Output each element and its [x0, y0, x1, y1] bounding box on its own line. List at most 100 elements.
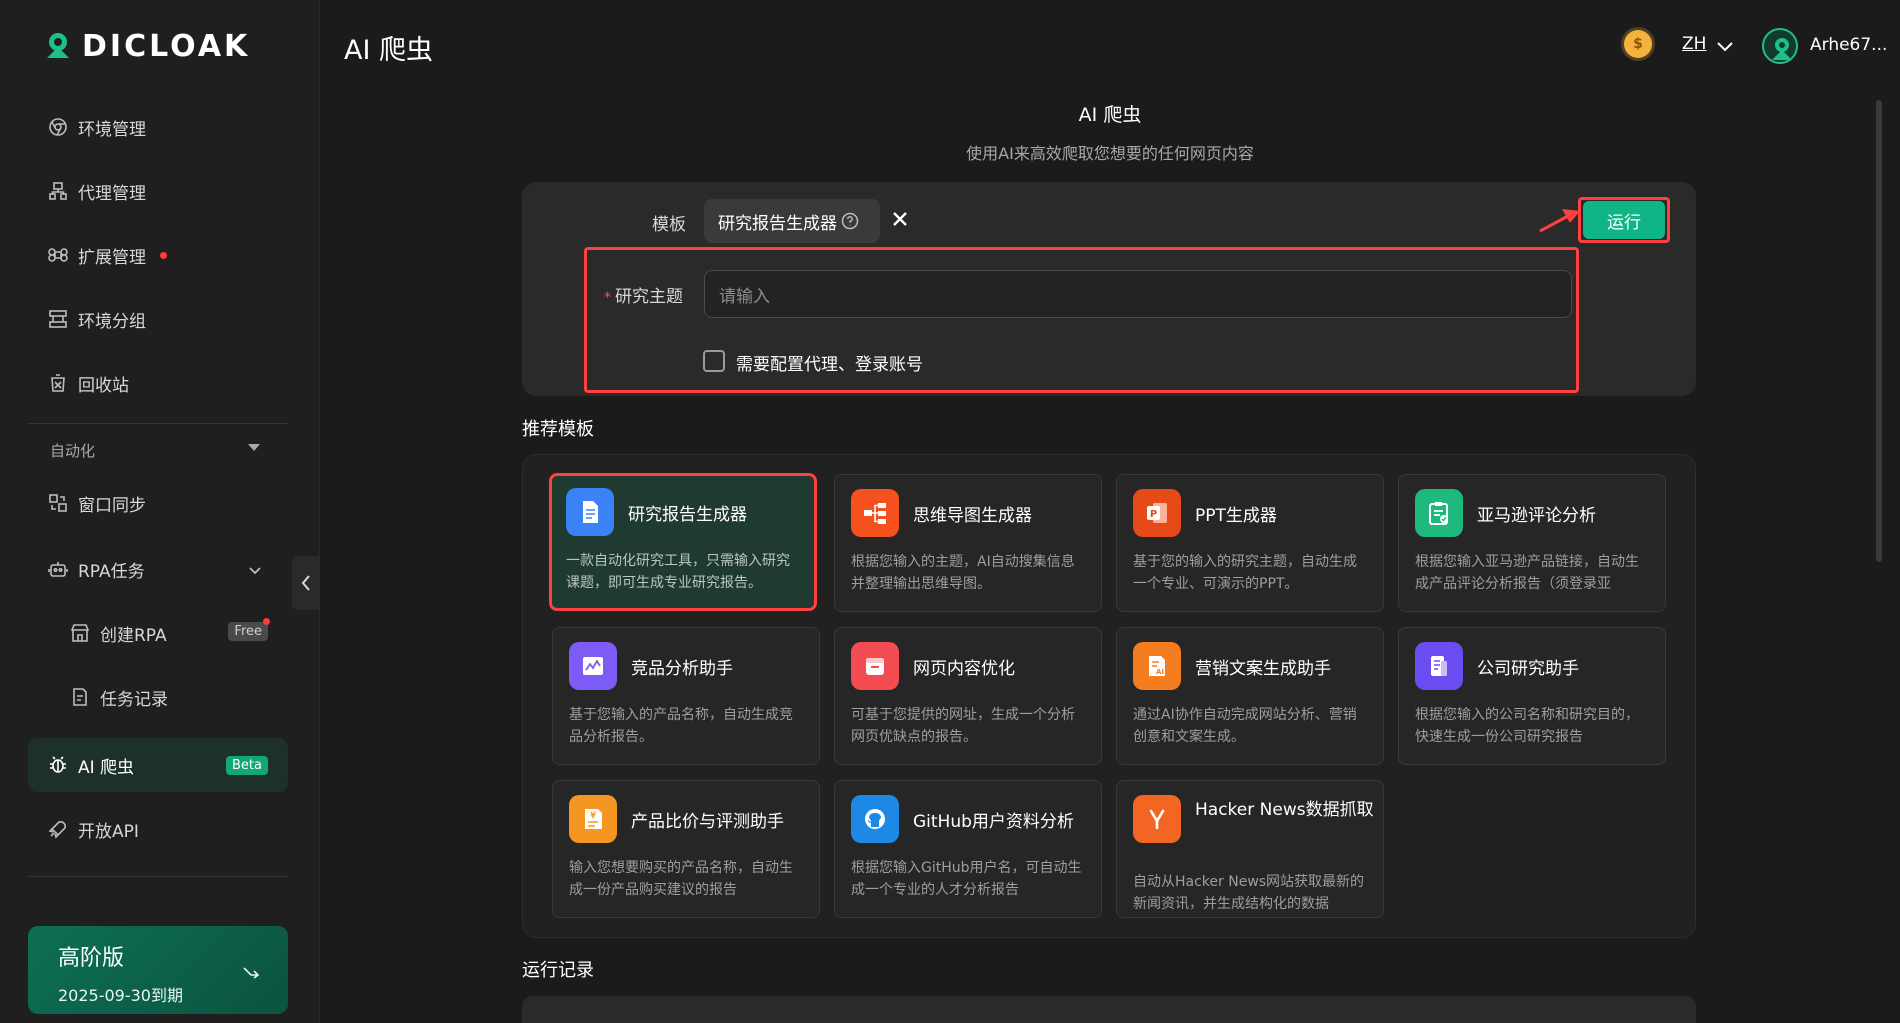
brand-logo[interactable]: DICLOAK — [42, 29, 250, 64]
card-title: 产品比价与评测助手 — [631, 812, 784, 832]
card-title: PPT生成器 — [1195, 506, 1277, 526]
proxy-checkbox[interactable] — [703, 350, 725, 372]
free-badge: Free — [228, 622, 268, 641]
automation-section-title: 自动化 — [50, 442, 96, 460]
ppt-icon: P — [1133, 489, 1181, 537]
card-title: 亚马逊评论分析 — [1477, 506, 1596, 526]
sync-icon — [48, 493, 68, 513]
coin-icon[interactable]: $ — [1624, 30, 1652, 58]
sidebar-item-extensions[interactable]: 扩展管理 — [28, 228, 288, 282]
store-icon — [70, 623, 90, 643]
run-button[interactable]: 运行 — [1583, 201, 1665, 239]
card-title: 竞品分析助手 — [631, 659, 733, 679]
template-card-mindmap[interactable]: 思维导图生成器 根据您输入的主题，AI自动搜集信息并整理输出思维导图。 — [834, 474, 1102, 612]
template-card-company[interactable]: 公司研究助手 根据您输入的公司名称和研究目的，快速生成一份公司研究报告 — [1398, 627, 1666, 765]
sidebar-item-label: 回收站 — [78, 375, 129, 396]
card-title: 网页内容优化 — [913, 659, 1015, 679]
sidebar-item-label: 任务记录 — [100, 689, 168, 710]
run-log-table — [522, 996, 1696, 1023]
username[interactable]: Arhe67... — [1810, 35, 1887, 55]
sidebar-item-env[interactable]: 环境管理 — [28, 100, 288, 154]
sidebar-item-trash[interactable]: 回收站 — [28, 356, 288, 410]
plan-card[interactable]: 高阶版 2025-09-30到期 — [28, 926, 288, 1014]
topic-placeholder: 请输入 — [719, 286, 770, 307]
template-card-competitor[interactable]: 竞品分析助手 基于您输入的产品名称，自动生成竞品分析报告。 — [552, 627, 820, 765]
sidebar-item-ai-crawler[interactable]: AI 爬虫 Beta — [28, 738, 288, 792]
topic-label: * 研究主题 — [604, 287, 683, 307]
sidebar-item-label: 创建RPA — [100, 625, 167, 646]
template-card-amazon[interactable]: 亚马逊评论分析 根据您输入亚马逊产品链接，自动生成产品评论分析报告（须登录亚 — [1398, 474, 1666, 612]
collapse-sidebar-button[interactable] — [292, 556, 320, 610]
card-title: 营销文案生成助手 — [1195, 659, 1331, 679]
card-desc: 根据您输入亚马逊产品链接，自动生成产品评论分析报告（须登录亚 — [1415, 554, 1639, 592]
sidebar-item-proxy[interactable]: 代理管理 — [28, 164, 288, 218]
page-title: AI 爬虫 — [344, 35, 434, 66]
group-icon — [48, 309, 68, 329]
template-chip[interactable]: 研究报告生成器 — [704, 199, 880, 243]
card-title: 研究报告生成器 — [628, 505, 747, 525]
sidebar-item-label: 开放API — [78, 821, 139, 842]
card-desc: 输入您想要购买的产品名称，自动生成一份产品购买建议的报告 — [569, 860, 793, 898]
sidebar-divider — [28, 876, 288, 877]
trash-icon — [48, 373, 68, 393]
scrollbar[interactable] — [1876, 100, 1882, 562]
form-highlight — [584, 247, 1579, 393]
card-desc: 根据您输入的主题，AI自动搜集信息并整理输出思维导图。 — [851, 554, 1075, 592]
template-card-hackernews[interactable]: Hacker News数据抓取 自动从Hacker News网站获取最新的新闻资… — [1116, 780, 1384, 918]
recommended-title: 推荐模板 — [522, 419, 594, 440]
topic-input[interactable]: 请输入 — [704, 270, 1572, 318]
sidebar-item-rpa[interactable]: RPA任务 — [28, 542, 288, 596]
language-selector[interactable]: ZH — [1682, 34, 1706, 54]
sidebar-item-label: 窗口同步 — [78, 495, 146, 516]
sidebar-item-label: 环境管理 — [78, 119, 146, 140]
chevron-left-icon — [301, 575, 310, 591]
notification-dot — [263, 618, 270, 625]
browser-icon — [851, 642, 899, 690]
github-icon — [851, 795, 899, 843]
template-card-research[interactable]: 研究报告生成器 一款自动化研究工具，只需输入研究课题，即可生成专业研究报告。 — [549, 473, 817, 611]
clipboard-icon — [1415, 489, 1463, 537]
price-icon: ¥ — [569, 795, 617, 843]
plan-title: 高阶版 — [58, 946, 125, 971]
sidebar-item-groups[interactable]: 环境分组 — [28, 292, 288, 346]
main-subheading: 使用AI来高效爬取您想要的任何网页内容 — [966, 144, 1254, 163]
sidebar-divider — [28, 423, 288, 424]
report-icon — [1415, 642, 1463, 690]
card-desc: 自动从Hacker News网站获取最新的新闻资讯，并生成结构化的数据 — [1133, 874, 1365, 912]
template-card-marketing[interactable]: AI 营销文案生成助手 通过AI协作自动完成网站分析、营销创意和文案生成。 — [1116, 627, 1384, 765]
card-desc: 根据您输入的公司名称和研究目的，快速生成一份公司研究报告 — [1415, 707, 1639, 745]
template-card-ppt[interactable]: P PPT生成器 基于您的输入的研究主题，自动生成一个专业、可演示的PPT。 — [1116, 474, 1384, 612]
logo-icon — [42, 30, 74, 62]
card-title: 思维导图生成器 — [913, 506, 1032, 526]
template-value: 研究报告生成器 — [718, 213, 837, 234]
chrome-icon — [48, 117, 68, 137]
card-title: GitHub用户资料分析 — [913, 812, 1074, 832]
chevron-down-icon[interactable] — [248, 563, 261, 575]
chevron-down-icon[interactable] — [1716, 38, 1734, 57]
hackernews-icon — [1133, 795, 1181, 843]
proxy-checkbox-label[interactable]: 需要配置代理、登录账号 — [736, 350, 923, 375]
card-desc: 基于您输入的产品名称，自动生成竞品分析报告。 — [569, 707, 793, 745]
sidebar-item-create-rpa[interactable]: 创建RPA Free — [28, 606, 288, 660]
caret-down-icon[interactable] — [248, 444, 260, 451]
sidebar-item-task-records[interactable]: 任务记录 — [28, 670, 288, 724]
svg-text:P: P — [1150, 509, 1157, 520]
template-card-web-optimize[interactable]: 网页内容优化 可基于您提供的网址，生成一个分析网页优缺点的报告。 — [834, 627, 1102, 765]
help-icon — [841, 212, 859, 230]
card-title: 公司研究助手 — [1477, 659, 1579, 679]
template-card-price[interactable]: ¥ 产品比价与评测助手 输入您想要购买的产品名称，自动生成一份产品购买建议的报告 — [552, 780, 820, 918]
chart-icon — [569, 642, 617, 690]
sidebar-item-label: 代理管理 — [78, 183, 146, 204]
ai-doc-icon: AI — [1133, 642, 1181, 690]
beta-badge: Beta — [226, 756, 268, 775]
sidebar-item-open-api[interactable]: 开放API — [28, 802, 288, 856]
avatar[interactable] — [1762, 28, 1798, 64]
template-label: 模板 — [652, 215, 686, 235]
command-icon — [48, 245, 68, 265]
sidebar-item-window-sync[interactable]: 窗口同步 — [28, 476, 288, 530]
close-icon[interactable] — [892, 211, 910, 229]
template-card-github[interactable]: GitHub用户资料分析 根据您输入GitHub用户名，可自动生成一个专业的人才… — [834, 780, 1102, 918]
card-desc: 根据您输入GitHub用户名，可自动生成一个专业的人才分析报告 — [851, 860, 1082, 898]
card-desc: 可基于您提供的网址，生成一个分析网页优缺点的报告。 — [851, 707, 1075, 745]
arrow-pointer-icon — [1539, 209, 1580, 233]
